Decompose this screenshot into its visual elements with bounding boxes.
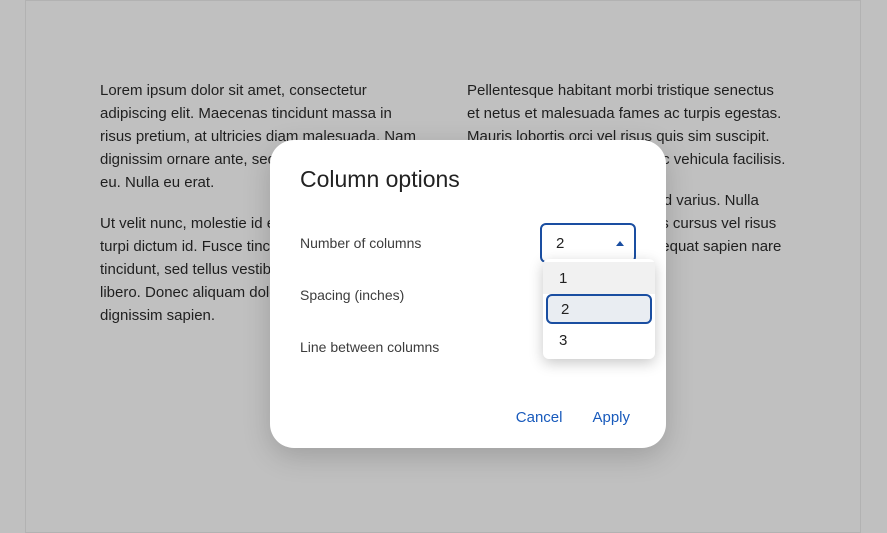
number-of-columns-select[interactable]: 2 xyxy=(540,223,636,263)
option-3[interactable]: 3 xyxy=(543,324,655,356)
field-label: Spacing (inches) xyxy=(300,287,404,303)
select-value: 2 xyxy=(556,235,564,252)
option-1[interactable]: 1 xyxy=(543,262,655,294)
field-label: Line between columns xyxy=(300,339,439,355)
caret-up-icon xyxy=(616,241,624,246)
dialog-title: Column options xyxy=(300,166,636,193)
apply-button[interactable]: Apply xyxy=(592,409,630,426)
columns-dropdown[interactable]: 1 2 3 xyxy=(543,259,655,359)
dialog-actions: Cancel Apply xyxy=(300,409,636,426)
option-2[interactable]: 2 xyxy=(546,294,652,324)
field-label: Number of columns xyxy=(300,235,421,251)
cancel-button[interactable]: Cancel xyxy=(516,409,563,426)
column-options-dialog: Column options Number of columns 2 Spaci… xyxy=(270,140,666,448)
